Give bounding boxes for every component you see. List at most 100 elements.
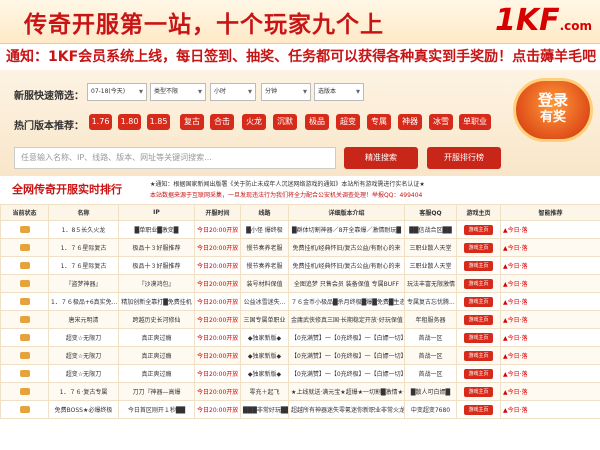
server-name-cell[interactable]: 1．７６极品+6真实免... bbox=[48, 292, 119, 311]
hot-tag-exclusive[interactable]: 专属 bbox=[367, 114, 391, 130]
table-row[interactable]: 1．8５长久火龙 █单职业█激变█ 今日20:00开放 █小怪 爆终极 █群体切割神器／… bbox=[0, 220, 600, 239]
ip-cell[interactable]: 真正爽过瘾 bbox=[118, 346, 195, 365]
game-home-button[interactable]: 游戏主页 bbox=[464, 278, 493, 289]
table-row[interactable]: 1．７６极品+6真实免... 精加创新全靠打█免费挂机 今日20:00开放 公益冰雪迷… bbox=[0, 292, 600, 311]
ip-cell[interactable]: 极品十３好服推荐 bbox=[118, 238, 195, 257]
game-home-button[interactable]: 游戏主页 bbox=[464, 224, 493, 235]
table-row[interactable]: 1．７６星际复古 极品十３好服推荐 今日20:00开放 慢节奏养老服 免费挂机/经典怀旧… bbox=[0, 238, 600, 257]
version-select[interactable]: 选版本 bbox=[314, 83, 364, 101]
status-cell bbox=[0, 328, 49, 347]
route-cell: 装号材料保值 bbox=[240, 274, 289, 293]
server-name-cell[interactable]: 『盗梦神器』 bbox=[48, 274, 119, 293]
ip-cell[interactable]: 真正爽过瘾 bbox=[118, 328, 195, 347]
game-home-button[interactable]: 游戏主页 bbox=[464, 386, 493, 397]
table-row[interactable]: 唐宋元明清 跨越历史长河修仙 今日20:00开放 三国专属单职业 金庸武侠修真三国·长期… bbox=[0, 310, 600, 329]
column-header: 开服时间 bbox=[194, 204, 241, 221]
logo-suffix: .com bbox=[559, 19, 592, 33]
column-header: 游戏主页 bbox=[456, 204, 501, 221]
server-name-cell[interactable]: 超变☆无限刀 bbox=[48, 328, 119, 347]
server-table: 当前状态 名称 IP 开服时间 线路 详细版本介绍 客服QQ 游戏主页 智能推荐 1．8５长久火… bbox=[0, 204, 600, 419]
route-cell: ◆独家新版◆ bbox=[240, 364, 289, 383]
column-header: IP bbox=[118, 204, 195, 221]
hot-tag-super[interactable]: 超变 bbox=[336, 114, 360, 130]
ip-cell[interactable]: 跨越历史长河修仙 bbox=[118, 310, 195, 329]
hot-tag-combo[interactable]: 合击 bbox=[210, 114, 234, 130]
game-home-button[interactable]: 游戏主页 bbox=[464, 260, 493, 271]
hot-tag-artifact[interactable]: 神器 bbox=[398, 114, 422, 130]
game-home-button[interactable]: 游戏主页 bbox=[464, 242, 493, 253]
table-row[interactable]: 『盗梦神器』 『沙漠鸿包』 今日20:00开放 装号材料保值 全图追梦 只售会员 装备保… bbox=[0, 274, 600, 293]
game-home-button[interactable]: 游戏主页 bbox=[464, 404, 493, 415]
game-home-button[interactable]: 游戏主页 bbox=[464, 296, 493, 307]
server-name-cell[interactable]: 1．７６星际复古 bbox=[48, 256, 119, 275]
ip-cell[interactable]: 『沙漠鸿包』 bbox=[118, 274, 195, 293]
server-name-cell[interactable]: 1．７６·复古专属 bbox=[48, 382, 119, 401]
qq-cell: 年租服务器 bbox=[404, 310, 457, 329]
game-home-button[interactable]: 游戏主页 bbox=[464, 314, 493, 325]
open-time-cell: 今日20:00开放 bbox=[194, 220, 241, 239]
route-cell: 慢节奏养老服 bbox=[240, 238, 289, 257]
rank-button[interactable]: 开服排行榜 bbox=[427, 147, 501, 169]
hour-select[interactable]: 小时 bbox=[210, 83, 256, 101]
table-row[interactable]: 超变☆无限刀 真正爽过瘾 今日20:00开放 ◆独家新版◆ 【0充满赞】一【0充终极】一… bbox=[0, 364, 600, 383]
search-input[interactable]: 任意输入名称、IP、线路、版本、网址等关键词搜索... bbox=[14, 147, 336, 169]
server-name-cell[interactable]: 1．７６星际复古 bbox=[48, 238, 119, 257]
route-cell: ███非常好玩██ bbox=[240, 400, 289, 419]
hot-tag-1-80[interactable]: 1.80 bbox=[118, 114, 141, 130]
server-name-cell[interactable]: 1．8５长久火龙 bbox=[48, 220, 119, 239]
hot-tag-premium[interactable]: 极品 bbox=[305, 114, 329, 130]
home-cell: 游戏主页 bbox=[456, 346, 501, 365]
server-name-cell[interactable]: 免费BOSS★必爆终极 bbox=[48, 400, 119, 419]
ip-cell[interactable]: 真正爽过瘾 bbox=[118, 364, 195, 383]
home-cell: 游戏主页 bbox=[456, 382, 501, 401]
ip-cell[interactable]: 精加创新全靠打█免费挂机 bbox=[118, 292, 195, 311]
qq-cell: 玩法丰富无限激情 bbox=[404, 274, 457, 293]
game-home-button[interactable]: 游戏主页 bbox=[464, 350, 493, 361]
version-cell: 【0充满赞】一【0充终极】一【白嫖一切】 bbox=[288, 346, 405, 365]
ranking-title: 全网传奇开服实时排行 bbox=[12, 183, 122, 196]
column-header: 智能推荐 bbox=[500, 204, 600, 221]
server-name-cell[interactable]: 唐宋元明清 bbox=[48, 310, 119, 329]
game-home-button[interactable]: 游戏主页 bbox=[464, 332, 493, 343]
open-time-cell: 今日20:00开放 bbox=[194, 328, 241, 347]
hot-tag-1-85[interactable]: 1.85 bbox=[147, 114, 170, 130]
date-select[interactable]: 07-18(今天) bbox=[87, 83, 147, 101]
table-row[interactable]: 免费BOSS★必爆终极 今日首区刚开１秒██ 今日20:00开放 ███非常好玩██ 超… bbox=[0, 400, 600, 419]
ip-cell[interactable]: 今日首区刚开１秒██ bbox=[118, 400, 195, 419]
game-home-button[interactable]: 游戏主页 bbox=[464, 368, 493, 379]
table-row[interactable]: 1．７６星际复古 极品十３好服推荐 今日20:00开放 慢节奏养老服 免费挂机/经典怀旧… bbox=[0, 256, 600, 275]
login-reward-badge[interactable]: 登录 有奖 bbox=[513, 78, 593, 142]
minute-select[interactable]: 分钟 bbox=[261, 83, 311, 101]
status-cell bbox=[0, 310, 49, 329]
status-icon bbox=[19, 280, 30, 287]
qq-cell: 三职业散人天堂 bbox=[404, 238, 457, 257]
hot-tag-single-class[interactable]: 单职业 bbox=[459, 114, 491, 130]
ip-cell[interactable]: █单职业█激变█ bbox=[118, 220, 195, 239]
hot-tag-firedragon[interactable]: 火龙 bbox=[242, 114, 266, 130]
route-cell: 公益冰雪迷失... bbox=[240, 292, 289, 311]
server-name-cell[interactable]: 超变☆无限刀 bbox=[48, 364, 119, 383]
version-cell: 【0充满赞】一【0充终极】一【白嫖一切】 bbox=[288, 364, 405, 383]
hot-tag-ice[interactable]: 冰雪 bbox=[429, 114, 453, 130]
recommend-cell: ▲今日·落 bbox=[500, 364, 600, 383]
version-cell: 金庸武侠修真三国·长期稳定开放·好玩保值 bbox=[288, 310, 405, 329]
route-cell: 慢节奏养老服 bbox=[240, 256, 289, 275]
ip-cell[interactable]: 极品十３好服推荐 bbox=[118, 256, 195, 275]
recommend-cell: ▲今日·落 bbox=[500, 220, 600, 239]
hot-tag-silent[interactable]: 沉默 bbox=[273, 114, 297, 130]
table-row[interactable]: 1．７６·复古专属 刀刀『神器—高爆 今日20:00开放 零充＋起飞 ★上线就送·满元宝… bbox=[0, 382, 600, 401]
type-select[interactable]: 类型不限 bbox=[150, 83, 206, 101]
table-row[interactable]: 超变☆无限刀 真正爽过瘾 今日20:00开放 ◆独家新版◆ 【0充满赞】一【0充终极】一… bbox=[0, 328, 600, 347]
hot-tag-retro[interactable]: 复古 bbox=[180, 114, 204, 130]
table-row[interactable]: 超变☆无限刀 真正爽过瘾 今日20:00开放 ◆独家新版◆ 【0充满赞】一【0充终极】一… bbox=[0, 346, 600, 365]
ip-cell[interactable]: 刀刀『神器—高爆 bbox=[118, 382, 195, 401]
server-name-cell[interactable]: 超变☆无限刀 bbox=[48, 346, 119, 365]
hot-tag-1-76[interactable]: 1.76 bbox=[89, 114, 112, 130]
precise-search-button[interactable]: 精准搜索 bbox=[344, 147, 418, 169]
site-header: 传奇开服第一站，十个玩家九个上 1KF.com bbox=[0, 0, 600, 44]
status-icon bbox=[19, 244, 30, 251]
logo-text: 1KF bbox=[494, 3, 560, 38]
notice-marquee[interactable]: 通知：1KF会员系统上线，每日签到、抽奖、任务都可以获得各种真实到手奖励！点击薅… bbox=[0, 44, 600, 70]
site-slogan: 传奇开服第一站，十个玩家九个上 bbox=[24, 11, 384, 38]
site-logo[interactable]: 1KF.com bbox=[495, 3, 592, 38]
